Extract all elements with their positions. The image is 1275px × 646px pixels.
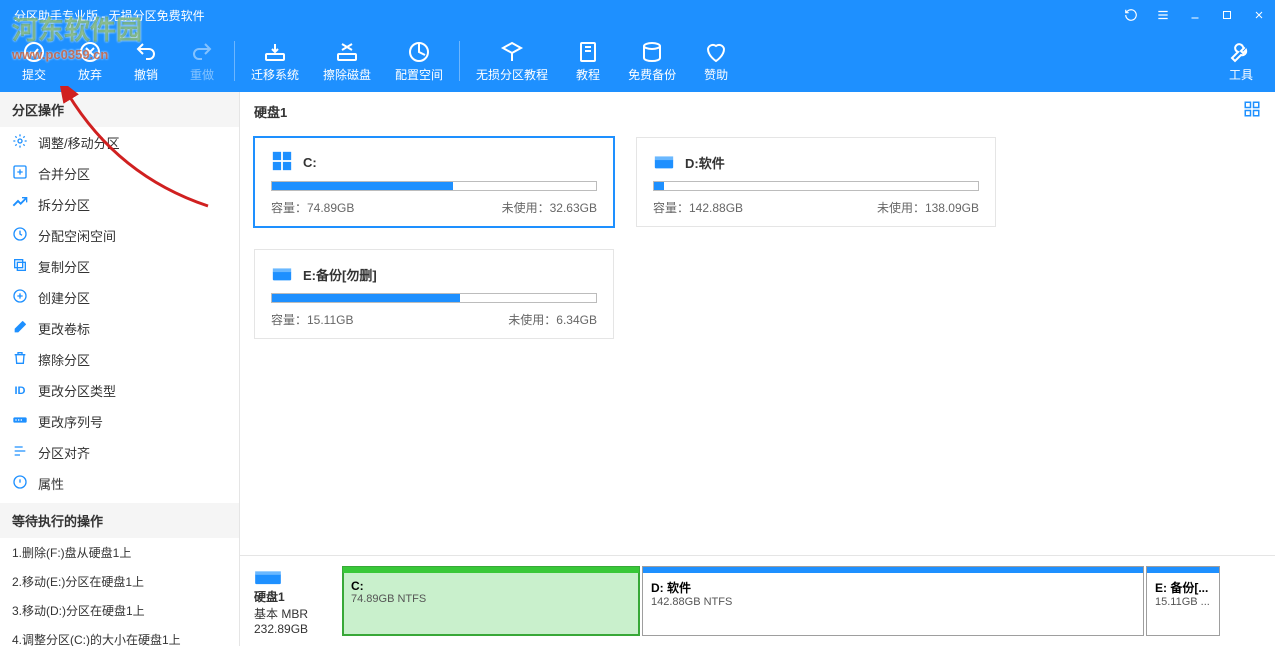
partition-name: E:备份[勿删] (303, 265, 377, 284)
diskmap-partition[interactable]: E: 备份[...15.11GB ... (1146, 566, 1220, 636)
sidebar-icon (12, 474, 38, 493)
sidebar-item[interactable]: 拆分分区 (0, 189, 239, 220)
sidebar-ops-head: 分区操作 (0, 92, 239, 127)
sidebar-icon (12, 443, 38, 462)
sidebar-icon (12, 412, 38, 431)
maximize-icon[interactable] (1211, 0, 1243, 30)
sidebar-icon (12, 133, 38, 152)
redo-button: 重做 (174, 36, 230, 87)
refresh-icon[interactable] (1115, 0, 1147, 30)
menu-icon[interactable] (1147, 0, 1179, 30)
partition-card[interactable]: D:软件容量：142.88GB 未使用：138.09GB (636, 137, 996, 227)
sidebar-item-label: 分区对齐 (38, 443, 90, 462)
sidebar-item[interactable]: 擦除分区 (0, 344, 239, 375)
close-icon[interactable] (1243, 0, 1275, 30)
part-name: C: (351, 579, 631, 593)
part-info: 74.89GB NTFS (351, 593, 631, 605)
sidebar-item[interactable]: ID 更改分区类型 (0, 375, 239, 406)
pending-item[interactable]: 2.移动(E:)分区在硬盘1上 (0, 567, 239, 596)
partition-name: C: (303, 155, 317, 170)
sidebar-item[interactable]: 分配空闲空间 (0, 220, 239, 251)
sidebar-pending-head: 等待执行的操作 (0, 503, 239, 538)
sidebar-item-label: 合并分区 (38, 164, 90, 183)
capacity-label: 容量：74.89GB (271, 199, 354, 216)
unused-label: 未使用：32.63GB (502, 199, 597, 216)
backup-button[interactable]: 免费备份 (616, 36, 688, 87)
wipe-button[interactable]: 擦除磁盘 (311, 36, 383, 87)
titlebar: 分区助手专业版 - 无损分区免费软件 (0, 0, 1275, 30)
main-panel: 硬盘1 C: 容量：74.89GB 未使用：32.63GB D:软件容量：142.88… (240, 92, 1275, 646)
sidebar-item[interactable]: 分区对齐 (0, 437, 239, 468)
sidebar-icon (12, 226, 38, 245)
id-icon: ID (12, 385, 28, 397)
disk-map: 硬盘1 基本 MBR 232.89GB C:74.89GB NTFSD: 软件1… (240, 555, 1275, 646)
sidebar-item[interactable]: 更改卷标 (0, 313, 239, 344)
sidebar-item[interactable]: 创建分区 (0, 282, 239, 313)
discard-button[interactable]: 放弃 (62, 36, 118, 87)
capacity-label: 容量：142.88GB (653, 199, 743, 216)
diskmap-partition[interactable]: D: 软件142.88GB NTFS (642, 566, 1144, 636)
sidebar-item[interactable]: 调整/移动分区 (0, 127, 239, 158)
migrate-button[interactable]: 迁移系统 (239, 36, 311, 87)
sidebar: 分区操作 调整/移动分区合并分区拆分分区分配空闲空间复制分区创建分区更改卷标擦除… (0, 92, 240, 646)
sidebar-icon (12, 319, 38, 338)
donate-button[interactable]: 赞助 (688, 36, 744, 87)
drive-icon (653, 150, 685, 175)
sidebar-item[interactable]: 更改序列号 (0, 406, 239, 437)
diskmap-partition[interactable]: C:74.89GB NTFS (342, 566, 640, 636)
tutorial-button[interactable]: 无损分区教程 (464, 36, 560, 87)
pending-item[interactable]: 3.移动(D:)分区在硬盘1上 (0, 596, 239, 625)
sidebar-item-label: 复制分区 (38, 257, 90, 276)
drive-icon (271, 150, 303, 175)
guide-button[interactable]: 教程 (560, 36, 616, 87)
sidebar-item-label: 擦除分区 (38, 350, 90, 369)
capacity-label: 容量：15.11GB (271, 311, 353, 328)
sidebar-item-label: 调整/移动分区 (38, 133, 120, 152)
sidebar-item-label: 创建分区 (38, 288, 90, 307)
sidebar-item-label: 拆分分区 (38, 195, 90, 214)
submit-button[interactable]: 提交 (6, 36, 62, 87)
sidebar-icon (12, 288, 38, 307)
undo-button[interactable]: 撤销 (118, 36, 174, 87)
sidebar-item[interactable]: 属性 (0, 468, 239, 499)
unused-label: 未使用：138.09GB (877, 199, 979, 216)
part-info: 142.88GB NTFS (651, 596, 1135, 608)
minimize-icon[interactable] (1179, 0, 1211, 30)
drive-icon (271, 262, 303, 287)
pending-item[interactable]: 1.删除(F:)盘从硬盘1上 (0, 538, 239, 567)
allocspace-button[interactable]: 配置空间 (383, 36, 455, 87)
partition-card[interactable]: E:备份[勿删] 容量：15.11GB 未使用：6.34GB (254, 249, 614, 339)
usage-bar (271, 181, 597, 191)
pending-item[interactable]: 4.调整分区(C:)的大小在硬盘1上 (0, 625, 239, 646)
sidebar-icon (12, 257, 38, 276)
view-toggle-icon[interactable] (1243, 100, 1261, 123)
partition-card[interactable]: C: 容量：74.89GB 未使用：32.63GB (254, 137, 614, 227)
disk-info: 硬盘1 基本 MBR 232.89GB (254, 566, 334, 636)
sidebar-item-label: 更改序列号 (38, 412, 103, 431)
sidebar-item[interactable]: 合并分区 (0, 158, 239, 189)
toolbar: 提交 放弃 撤销 重做 迁移系统 擦除磁盘 配置空间 无损分区教程 教程 免费备… (0, 30, 1275, 92)
sidebar-item-label: 更改卷标 (38, 319, 90, 338)
usage-bar (653, 181, 979, 191)
part-name: E: 备份[... (1155, 579, 1211, 596)
sidebar-icon (12, 350, 38, 369)
unused-label: 未使用：6.34GB (508, 311, 597, 328)
part-name: D: 软件 (651, 579, 1135, 596)
sidebar-icon (12, 164, 38, 183)
disk-title: 硬盘1 (254, 102, 287, 121)
sidebar-item[interactable]: 复制分区 (0, 251, 239, 282)
part-info: 15.11GB ... (1155, 596, 1211, 608)
usage-bar (271, 293, 597, 303)
sidebar-item-label: 分配空闲空间 (38, 226, 116, 245)
window-title: 分区助手专业版 - 无损分区免费软件 (14, 7, 205, 24)
sidebar-item-label: 属性 (38, 474, 64, 493)
tools-button[interactable]: 工具 (1213, 36, 1269, 87)
sidebar-item-label: 更改分区类型 (38, 381, 116, 400)
partition-name: D:软件 (685, 153, 725, 172)
sidebar-icon (12, 195, 38, 214)
